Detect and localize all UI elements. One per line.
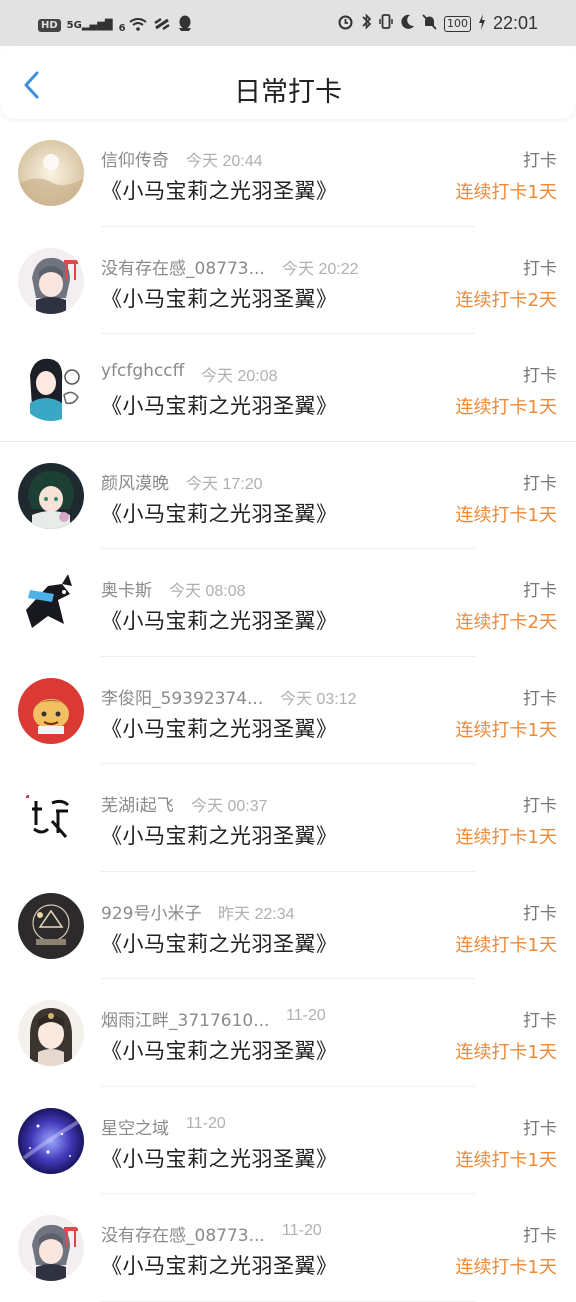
user-avatar[interactable] xyxy=(18,1107,84,1174)
checkin-row[interactable]: 信仰传奇 今天 20:44 《小马宝莉之光羽圣翼》 打卡 连续打卡1天 xyxy=(0,119,576,227)
page-title: 日常打卡 xyxy=(234,77,342,108)
streak-label: 连续打卡1天 xyxy=(455,1257,557,1278)
wifi-icon: 6 xyxy=(118,17,147,34)
username[interactable]: 颜风漠晚 xyxy=(101,469,169,494)
username[interactable]: 信仰传奇 xyxy=(101,146,169,171)
checkin-list[interactable]: 信仰传奇 今天 20:44 《小马宝莉之光羽圣翼》 打卡 连续打卡1天 没有存在… xyxy=(0,119,576,1302)
user-avatar[interactable] xyxy=(18,247,84,314)
bluetooth-icon xyxy=(361,13,372,34)
checkin-time: 今天 20:08 xyxy=(201,368,278,385)
book-title[interactable]: 《小马宝莉之光羽圣翼》 xyxy=(101,928,338,958)
username[interactable]: 芜湖i起飞 xyxy=(101,791,174,816)
username[interactable]: 李俊阳_59392374... xyxy=(101,684,263,709)
user-avatar[interactable] xyxy=(18,1215,84,1281)
checkin-row[interactable]: 没有存在感_08773... 11-20 《小马宝莉之光羽圣翼》 打卡 连续打卡… xyxy=(0,1194,576,1302)
checkin-button[interactable]: 打卡 xyxy=(523,1114,557,1139)
checkin-button[interactable]: 打卡 xyxy=(523,684,557,709)
wifi-badge: 6 xyxy=(118,22,126,34)
checkin-button[interactable]: 打卡 xyxy=(523,791,557,816)
user-avatar[interactable] xyxy=(18,355,84,421)
checkin-time: 今天 17:20 xyxy=(186,475,263,493)
qq-icon xyxy=(177,15,193,36)
streak-label: 连续打卡1天 xyxy=(455,1042,557,1063)
charging-icon xyxy=(478,13,486,34)
checkin-row[interactable]: 李俊阳_59392374... 今天 03:12 《小马宝莉之光羽圣翼》 打卡 … xyxy=(0,657,576,764)
username[interactable]: yfcfghccff xyxy=(101,361,184,381)
status-bar: HD 5G▂▄▆█ 6 100 22:01 xyxy=(0,0,576,46)
book-title[interactable]: 《小马宝莉之光羽圣翼》 xyxy=(101,1143,338,1173)
checkin-time: 今天 20:22 xyxy=(282,260,359,278)
checkin-time: 11-20 xyxy=(286,1007,326,1024)
clock: 22:01 xyxy=(492,13,538,33)
user-avatar[interactable] xyxy=(18,677,84,744)
username[interactable]: 没有存在感_08773... xyxy=(101,1221,265,1246)
5g-signal-icon: 5G▂▄▆█ xyxy=(66,20,113,31)
checkin-time: 11-20 xyxy=(282,1222,322,1239)
checkin-time: 今天 00:37 xyxy=(191,798,268,815)
hd-icon: HD xyxy=(38,19,61,32)
streak-label: 连续打卡1天 xyxy=(455,827,557,848)
status-right-icons: 100 22:01 xyxy=(337,13,538,34)
checkin-button[interactable]: 打卡 xyxy=(523,1221,557,1246)
book-title[interactable]: 《小马宝莉之光羽圣翼》 xyxy=(101,283,338,313)
book-title[interactable]: 《小马宝莉之光羽圣翼》 xyxy=(101,820,338,850)
checkin-row[interactable]: 芜湖i起飞 今天 00:37 《小马宝莉之光羽圣翼》 打卡 连续打卡1天 xyxy=(0,764,576,872)
user-avatar[interactable] xyxy=(18,1000,84,1066)
user-avatar[interactable] xyxy=(18,462,84,529)
checkin-time: 今天 20:44 xyxy=(186,153,263,170)
streak-label: 连续打卡1天 xyxy=(455,719,557,741)
checkin-time: 昨天 22:34 xyxy=(218,905,295,923)
book-title[interactable]: 《小马宝莉之光羽圣翼》 xyxy=(101,605,338,635)
checkin-row[interactable]: 奥卡斯 今天 08:08 《小马宝莉之光羽圣翼》 打卡 连续打卡2天 xyxy=(0,549,576,657)
checkin-row[interactable]: 929号小米子 昨天 22:34 《小马宝莉之光羽圣翼》 打卡 连续打卡1天 xyxy=(0,872,576,979)
username[interactable]: 烟雨江畔_3717610... xyxy=(101,1006,269,1031)
streak-label: 连续打卡1天 xyxy=(455,504,557,526)
user-avatar[interactable] xyxy=(18,140,84,206)
battery-icon: 100 xyxy=(443,15,471,32)
checkin-button[interactable]: 打卡 xyxy=(523,899,557,924)
checkin-button[interactable]: 打卡 xyxy=(523,576,557,601)
book-title[interactable]: 《小马宝莉之光羽圣翼》 xyxy=(101,713,338,743)
checkin-row[interactable]: 颜风漠晚 今天 17:20 《小马宝莉之光羽圣翼》 打卡 连续打卡1天 xyxy=(0,442,576,549)
book-title[interactable]: 《小马宝莉之光羽圣翼》 xyxy=(101,1250,338,1280)
checkin-button[interactable]: 打卡 xyxy=(523,254,557,279)
streak-label: 连续打卡2天 xyxy=(455,289,557,311)
checkin-row[interactable]: 没有存在感_08773... 今天 20:22 《小马宝莉之光羽圣翼》 打卡 连… xyxy=(0,227,576,334)
username[interactable]: 929号小米子 xyxy=(101,899,201,924)
streak-label: 连续打卡1天 xyxy=(455,182,557,203)
row-divider xyxy=(100,1300,476,1302)
user-avatar[interactable] xyxy=(18,785,84,851)
checkin-button[interactable]: 打卡 xyxy=(523,146,557,171)
username[interactable]: 没有存在感_08773... xyxy=(101,254,265,279)
navigation-bar: 日常打卡 xyxy=(0,46,576,119)
book-title[interactable]: 《小马宝莉之光羽圣翼》 xyxy=(101,498,338,528)
checkin-button[interactable]: 打卡 xyxy=(523,1006,557,1031)
username[interactable]: 星空之域 xyxy=(101,1114,169,1139)
checkin-button[interactable]: 打卡 xyxy=(523,361,557,386)
user-avatar[interactable] xyxy=(18,892,84,959)
username[interactable]: 奥卡斯 xyxy=(101,576,152,601)
checkin-button[interactable]: 打卡 xyxy=(523,469,557,494)
mute-bell-icon xyxy=(422,13,437,34)
checkin-row[interactable]: yfcfghccff 今天 20:08 《小马宝莉之光羽圣翼》 打卡 连续打卡1… xyxy=(0,334,576,442)
user-avatar[interactable] xyxy=(18,570,84,636)
status-left-icons: HD 5G▂▄▆█ 6 xyxy=(38,15,193,36)
streak-label: 连续打卡1天 xyxy=(455,1149,557,1171)
streak-label: 连续打卡1天 xyxy=(455,934,557,956)
streak-label: 连续打卡2天 xyxy=(455,612,557,633)
alarm-icon xyxy=(337,13,354,34)
streak-label: 连续打卡1天 xyxy=(455,397,557,418)
link-icon xyxy=(153,17,171,35)
checkin-time: 今天 03:12 xyxy=(280,690,357,708)
checkin-time: 11-20 xyxy=(186,1114,226,1132)
checkin-row[interactable]: 烟雨江畔_3717610... 11-20 《小马宝莉之光羽圣翼》 打卡 连续打… xyxy=(0,979,576,1087)
book-title[interactable]: 《小马宝莉之光羽圣翼》 xyxy=(101,390,338,420)
checkin-row[interactable]: 星空之域 11-20 《小马宝莉之光羽圣翼》 打卡 连续打卡1天 xyxy=(0,1087,576,1194)
vibrate-icon xyxy=(379,13,393,34)
network-label: 5G xyxy=(66,20,82,31)
checkin-time: 今天 08:08 xyxy=(169,583,246,600)
book-title[interactable]: 《小马宝莉之光羽圣翼》 xyxy=(101,1035,338,1065)
book-title[interactable]: 《小马宝莉之光羽圣翼》 xyxy=(101,175,338,205)
moon-icon xyxy=(400,14,415,34)
